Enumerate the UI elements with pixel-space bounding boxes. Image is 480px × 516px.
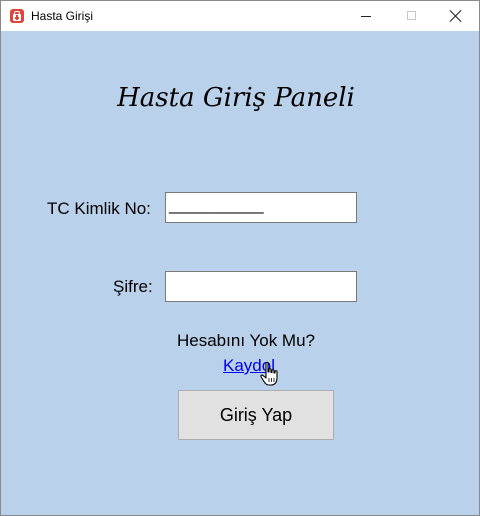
app-window: Hasta Girişi Hasta Giriş Paneli TC Kimli… [0, 0, 480, 516]
hand-pointer-icon [260, 361, 278, 386]
password-input[interactable] [165, 271, 357, 302]
login-button[interactable]: Giriş Yap [178, 390, 334, 440]
minimize-button[interactable] [343, 1, 389, 31]
no-account-text: Hesabını Yok Mu? [177, 331, 315, 350]
tc-input[interactable]: __________ [165, 192, 357, 223]
maximize-button[interactable] [389, 1, 435, 31]
close-icon [449, 9, 463, 23]
medical-kit-icon [10, 9, 24, 23]
password-label: Şifre: [113, 277, 153, 296]
title-bar[interactable]: Hasta Girişi [1, 1, 479, 31]
login-form: Hasta Giriş Paneli TC Kimlik No: _______… [1, 31, 479, 515]
page-title: Hasta Giriş Paneli [117, 83, 355, 113]
close-button[interactable] [433, 1, 479, 31]
window-title: Hasta Girişi [31, 9, 94, 23]
tc-label: TC Kimlik No: [47, 199, 151, 218]
minimize-icon [361, 16, 371, 17]
maximize-icon [407, 11, 416, 20]
